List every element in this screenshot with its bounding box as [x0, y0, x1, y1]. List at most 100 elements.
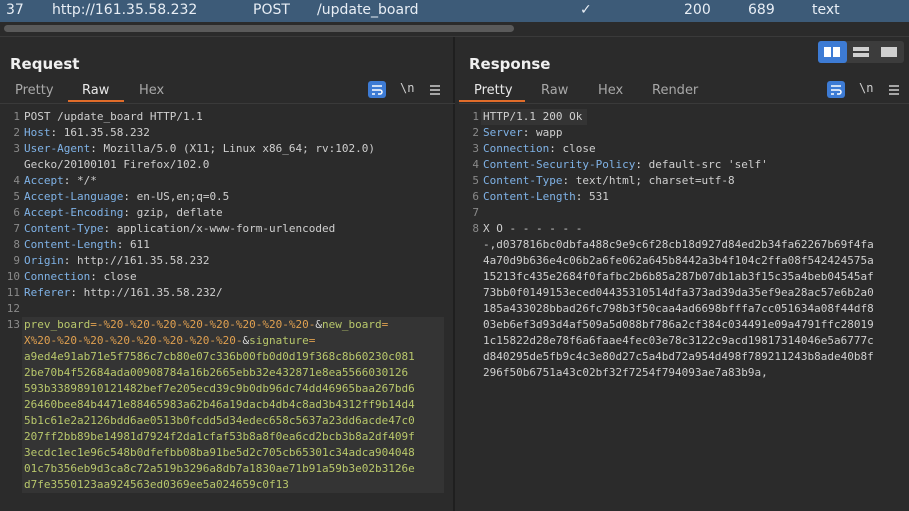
- response-pane: Response Pretty Raw Hex Render \n 1 HTTP/…: [459, 37, 909, 511]
- wrap-lines-icon: [372, 85, 383, 95]
- header-value: http://161.35.58.232/: [76, 286, 223, 299]
- line-number: 4: [472, 158, 479, 171]
- tab-render[interactable]: Render: [652, 83, 698, 98]
- divider: [459, 103, 909, 104]
- header-colon: :: [123, 206, 130, 219]
- newline-toggle-button[interactable]: \n: [859, 81, 873, 95]
- response-body-line: -,d037816bc0dbfa488c9e9c6f28cb18d927d84e…: [483, 238, 874, 251]
- response-body-line: d840295de5fb9c4c3e80d27c5a4bd72a954d498f…: [483, 350, 874, 363]
- code-line: Connection: close: [483, 141, 596, 157]
- line-number: 4: [13, 174, 20, 187]
- history-row-status: 200: [684, 2, 711, 18]
- signature-line: 593b33898910121482bef7e205ecd39c9b0db96d…: [24, 382, 415, 395]
- signature-line: 01c7b356eb9d3ca8c72a519b3296a8db7a1830ae…: [24, 462, 415, 475]
- header-value: */*: [70, 174, 97, 187]
- line-number: 2: [472, 126, 479, 139]
- code-line: Host: 161.35.58.232: [24, 125, 150, 141]
- history-row-method: POST: [253, 2, 290, 18]
- line-number: 6: [472, 190, 479, 203]
- signature-line: 2be70b4f52684ada00908784a16b2665ebb32e43…: [24, 366, 409, 379]
- newline-toggle-button[interactable]: \n: [400, 81, 414, 95]
- signature-line: 207ff2bb89be14981d7924f2da1cfaf53b8a8f0e…: [24, 430, 415, 443]
- param-equals: =: [90, 318, 97, 331]
- header-name: Content-Length: [483, 190, 576, 203]
- code-line: Accept-Encoding: gzip, deflate: [24, 205, 223, 221]
- header-value: close: [555, 142, 596, 155]
- header-value: 161.35.58.232: [57, 126, 150, 139]
- request-tabs: Pretty Raw Hex: [0, 80, 455, 102]
- line-number: 11: [6, 286, 20, 299]
- line-text: POST /update_board HTTP/1.1: [24, 110, 203, 123]
- response-body-line: 185a433028bbad26fc798b3f50caa4ad6698bfff…: [483, 302, 874, 315]
- header-value: 531: [582, 190, 609, 203]
- request-pane: Request Pretty Raw Hex \n 1 POST /update_…: [0, 37, 455, 511]
- response-body-line: 1c15822d28e78f6a6faae4fec03e78c3122c9acd…: [483, 334, 874, 347]
- code-line: Connection: close: [24, 269, 137, 285]
- header-name: Accept-Language: [24, 190, 124, 203]
- menu-button[interactable]: [885, 81, 903, 98]
- response-title: Response: [469, 55, 551, 73]
- code-line: Origin: http://161.35.58.232: [24, 253, 209, 269]
- header-colon: :: [90, 270, 97, 283]
- line-number: 9: [13, 254, 20, 267]
- hamburger-icon: [889, 85, 899, 95]
- code-line: HTTP/1.1 200 Ok: [483, 109, 582, 125]
- tab-pretty[interactable]: Pretty: [474, 83, 513, 98]
- request-title: Request: [10, 55, 80, 73]
- code-line: User-Agent: Mozilla/5.0 (X11; Linux x86_…: [24, 141, 375, 157]
- body-line: prev_board=-%20-%20-%20-%20-%20-%20-%20-…: [24, 317, 388, 333]
- line-number: 6: [13, 206, 20, 219]
- header-value: 611: [123, 238, 150, 251]
- line-number: 12: [6, 302, 20, 315]
- scrollbar-thumb[interactable]: [4, 25, 514, 32]
- code-line: Content-Type: application/x-www-form-url…: [24, 221, 335, 237]
- history-row-number: 37: [6, 2, 24, 18]
- header-value: application/x-www-form-urlencoded: [110, 222, 336, 235]
- line-number: 8: [472, 222, 479, 235]
- wrap-lines-button[interactable]: [827, 81, 845, 98]
- header-name: Content-Length: [24, 238, 117, 251]
- header-name: Content-Type: [24, 222, 104, 235]
- header-name: Referer: [24, 286, 71, 299]
- signature-line: 3ecdc1ec1e96c548b0dfefbb08ba91be5d2c705c…: [24, 446, 415, 459]
- header-name: Content-Security-Policy: [483, 158, 636, 171]
- header-name: Connection: [483, 142, 550, 155]
- wrap-lines-button[interactable]: [368, 81, 386, 98]
- history-row-url: /update_board: [317, 2, 419, 18]
- line-text: Gecko/20100101 Firefox/102.0: [24, 158, 210, 171]
- tab-hex[interactable]: Hex: [139, 83, 164, 98]
- response-body-line: 73bb0f0149153eced04435310514dfa373ad39da…: [483, 286, 874, 299]
- response-body-line: 4a70d9b636e4c06b2a6fe062a645b8442a3b4f10…: [483, 254, 874, 267]
- header-value: http://161.35.58.232: [70, 254, 210, 267]
- tab-raw[interactable]: Raw: [541, 83, 568, 98]
- signature-line: a9ed4e91ab71e5f7586c7cb80e07c336b00fb0d0…: [24, 350, 415, 363]
- response-body-line: 03eb6ef3d93d4af509a5d088bf786a2cf384c034…: [483, 318, 874, 331]
- param-value: -%20-%20-%20-%20-%20-%20-%20-%20-: [96, 318, 316, 331]
- body-line: X%20-%20-%20-%20-%20-%20-%20-%20-&signat…: [24, 333, 315, 349]
- tab-raw[interactable]: Raw: [82, 83, 109, 98]
- code-line: Accept-Language: en-US,en;q=0.5: [24, 189, 229, 205]
- response-body-line: 15213fc435e2684f0fafbc2b6b85a287b07db1ab…: [483, 270, 874, 283]
- code-line: Content-Type: text/html; charset=utf-8: [483, 173, 735, 189]
- code-line: Content-Length: 531: [483, 189, 609, 205]
- history-row-length: 689: [748, 2, 775, 18]
- header-value: Mozilla/5.0 (X11; Linux x86_64; rv:102.0…: [96, 142, 376, 155]
- wrap-lines-icon: [831, 85, 842, 95]
- divider: [0, 103, 455, 104]
- signature-line: 26460bee84b4471e88465983a62b46a19dacb4db…: [24, 398, 415, 411]
- header-name: Accept: [24, 174, 64, 187]
- header-value: close: [96, 270, 137, 283]
- code-line: Content-Length: 611: [24, 237, 150, 253]
- history-row-selected[interactable]: 37 http://161.35.58.232 POST /update_boa…: [0, 0, 909, 22]
- history-horizontal-scrollbar[interactable]: [0, 22, 909, 37]
- header-value: en-US,en;q=0.5: [129, 190, 230, 203]
- history-row-host: http://161.35.58.232: [52, 2, 198, 18]
- tab-hex[interactable]: Hex: [598, 83, 623, 98]
- code-line: Content-Security-Policy: default-src 'se…: [483, 157, 768, 173]
- line-number: 2: [13, 126, 20, 139]
- code-line: Gecko/20100101 Firefox/102.0: [24, 157, 209, 173]
- history-row-mime: text: [812, 2, 840, 18]
- tab-pretty[interactable]: Pretty: [15, 83, 54, 98]
- menu-button[interactable]: [426, 81, 444, 98]
- line-number: 8: [13, 238, 20, 251]
